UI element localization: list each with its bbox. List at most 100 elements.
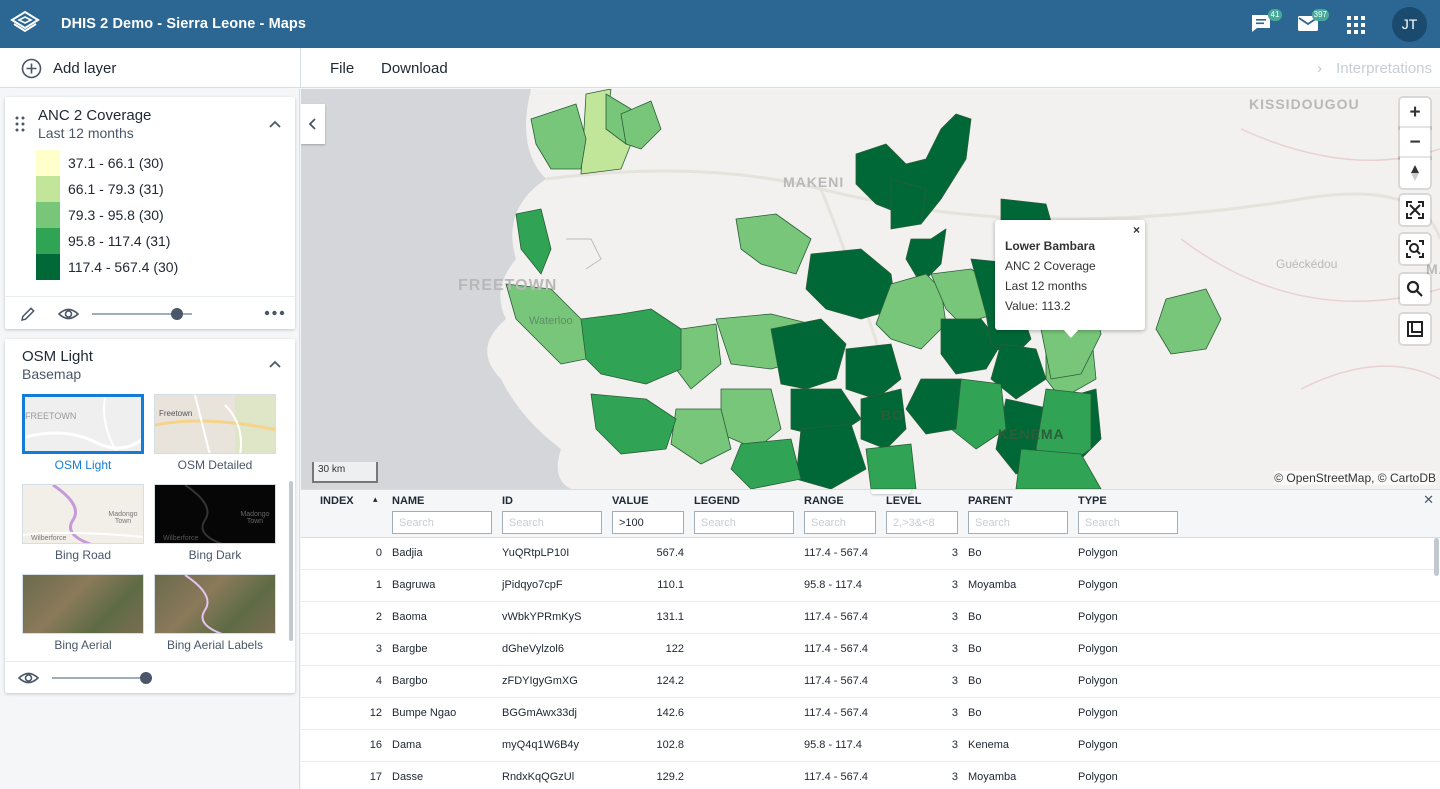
popup-value: Value: 113.2	[1005, 299, 1071, 313]
cell-name: Baoma	[392, 611, 427, 623]
cell-range: 95.8 - 117.4	[804, 579, 862, 591]
interpretations-label: Interpretations	[1336, 60, 1432, 77]
table-row[interactable]: 17 Dasse RndxKqQGzUl 129.2 117.4 - 567.4 3 Moy…	[301, 762, 1440, 789]
chevron-up-icon[interactable]	[268, 117, 282, 131]
cell-range: 117.4 - 567.4	[804, 547, 869, 559]
thumbnail-label: Freetown	[159, 409, 193, 418]
table-resize-handle[interactable]: ⠿	[871, 490, 911, 494]
layer-subtitle: Last 12 months	[38, 125, 134, 141]
filter-name-input[interactable]	[392, 511, 492, 534]
thematic-layer-card: ANC 2 Coverage Last 12 months 37.1 - 66.…	[5, 97, 295, 329]
download-button[interactable]: Download	[381, 60, 448, 77]
cell-type: Polygon	[1078, 643, 1118, 655]
reset-bearing-button[interactable]	[1400, 158, 1430, 188]
column-header-parent[interactable]: PARENT	[968, 495, 1012, 507]
basemap-title: OSM Light	[22, 348, 93, 365]
cell-level: 3	[951, 675, 958, 687]
popup-tip	[1063, 329, 1079, 338]
collapse-panel-button[interactable]	[301, 104, 325, 144]
filter-type-input[interactable]	[1078, 511, 1178, 534]
search-place-button[interactable]	[1400, 274, 1430, 304]
cell-id: zFDYIgyGmXG	[502, 675, 578, 687]
table-row[interactable]: 16 Dama myQ4q1W6B4y 102.8 95.8 - 117.4 3 Kenem…	[301, 730, 1440, 762]
filter-level-input[interactable]	[886, 511, 958, 534]
table-row[interactable]: 12 Bumpe Ngao BGGmAwx33dj 142.6 117.4 - 567.…	[301, 698, 1440, 730]
basemap-option-label: Bing Dark	[188, 548, 242, 562]
cell-range: 117.4 - 567.4	[804, 707, 869, 719]
place-label-gueckedou: Guéckédou	[1276, 257, 1338, 271]
add-layer-button[interactable]: Add layer	[21, 57, 116, 79]
cell-parent: Bo	[968, 547, 982, 559]
close-table-icon[interactable]: ✕	[1423, 492, 1434, 508]
legend-swatch	[36, 176, 60, 202]
basemap-option-bing-aerial-labels[interactable]: Bing Aerial Labels	[154, 574, 276, 652]
legend-label: 66.1 - 79.3 (31)	[68, 181, 164, 197]
map-view[interactable]: MAKENI FREETOWN KISSIDOUGOU Guéckédou BO…	[301, 89, 1440, 489]
email-button[interactable]: 397	[1297, 9, 1329, 34]
basemap-option-label: Bing Aerial Labels	[166, 638, 264, 652]
popup-close-icon[interactable]: ×	[1133, 220, 1140, 240]
cell-id: myQ4q1W6B4y	[502, 739, 580, 751]
chevron-right-icon: ›	[1317, 60, 1323, 77]
cell-name: Dasse	[392, 771, 424, 783]
edit-pencil-icon[interactable]	[19, 305, 37, 323]
column-header-legend[interactable]: LEGEND	[694, 495, 740, 507]
cell-value: 102.8	[656, 739, 684, 751]
measure-button[interactable]	[1400, 314, 1430, 344]
basemap-option-bing-road[interactable]: Madongo Town Wilberforce Bing Road	[22, 484, 144, 562]
visibility-eye-icon[interactable]	[58, 306, 79, 322]
panel-scrollbar[interactable]	[289, 481, 293, 641]
basemap-option-osm-detailed[interactable]: Freetown OSM Detailed	[154, 394, 276, 472]
basemap-opacity-slider-knob[interactable]	[140, 672, 152, 684]
zoom-in-button[interactable]: +	[1400, 98, 1430, 128]
column-header-name[interactable]: NAME	[392, 495, 424, 507]
visibility-eye-icon[interactable]	[18, 670, 39, 686]
drag-handle-icon[interactable]	[15, 116, 25, 132]
table-row[interactable]: 2 Baoma vWbkYPRmKyS 131.1 117.4 - 567.4 3 Bo Po…	[301, 602, 1440, 634]
column-header-value[interactable]: VALUE	[612, 495, 648, 507]
apps-button[interactable]	[1347, 16, 1365, 34]
column-header-type[interactable]: TYPE	[1078, 495, 1107, 507]
cell-index: 4	[375, 675, 382, 687]
cell-name: Bargbe	[392, 643, 428, 655]
interpretations-button[interactable]: › Interpretations	[1317, 60, 1432, 77]
zoom-to-content-button[interactable]	[1400, 234, 1430, 264]
column-header-id[interactable]: ID	[502, 495, 513, 507]
column-header-level[interactable]: LEVEL	[886, 495, 921, 507]
legend-item: 79.3 - 95.8 (30)	[36, 202, 164, 228]
table-row[interactable]: 1 Bagruwa jPidqyo7cpF 110.1 95.8 - 117.4 3 Moy…	[301, 570, 1440, 602]
dhis2-logo-icon[interactable]	[10, 10, 40, 38]
user-avatar[interactable]: JT	[1392, 7, 1427, 42]
opacity-slider-knob[interactable]	[171, 308, 183, 320]
basemap-opacity-slider[interactable]	[52, 677, 152, 679]
scale-bar: 30 km	[312, 462, 378, 483]
compass-icon	[1411, 165, 1419, 181]
filter-parent-input[interactable]	[968, 511, 1068, 534]
file-menu-button[interactable]: File	[330, 60, 354, 77]
basemap-thumbnail	[154, 574, 276, 634]
table-row[interactable]: 3 Bargbe dGheVylzol6 122 117.4 - 567.4 3 Bo Pol…	[301, 634, 1440, 666]
thumbnail-label: Madongo Town	[240, 511, 270, 525]
filter-legend-input[interactable]	[694, 511, 794, 534]
chat-button[interactable]: 41	[1250, 9, 1282, 34]
table-scrollbar[interactable]	[1434, 538, 1439, 576]
app-title: DHIS 2 Demo - Sierra Leone - Maps	[61, 16, 307, 32]
basemap-option-bing-aerial[interactable]: Bing Aerial	[22, 574, 144, 652]
feature-popup: × Lower Bambara ANC 2 Coverage Last 12 m…	[995, 220, 1145, 330]
zoom-out-button[interactable]: −	[1400, 128, 1430, 158]
basemap-option-bing-dark[interactable]: Madongo Town Wilberforce Bing Dark	[154, 484, 276, 562]
filter-id-input[interactable]	[502, 511, 602, 534]
more-options-icon[interactable]	[264, 310, 285, 316]
table-row[interactable]: 0 Badjia YuQRtpLP10I 567.4 117.4 - 567.4 3 Bo P…	[301, 538, 1440, 570]
basemap-option-label: Bing Aerial	[54, 638, 112, 652]
column-header-index[interactable]: INDEX	[320, 495, 354, 507]
table-row[interactable]: 4 Bargbo zFDYIgyGmXG 124.2 117.4 - 567.4 3 Bo P…	[301, 666, 1440, 698]
column-header-range[interactable]: RANGE	[804, 495, 844, 507]
fullscreen-button[interactable]	[1400, 195, 1430, 225]
sort-ascending-icon[interactable]: ▴	[373, 494, 378, 505]
basemap-option-osm-light[interactable]: FREETOWN OSM Light	[22, 394, 144, 472]
filter-range-input[interactable]	[804, 511, 876, 534]
chevron-up-icon[interactable]	[268, 357, 282, 371]
layers-panel: ANC 2 Coverage Last 12 months 37.1 - 66.…	[0, 89, 300, 789]
filter-value-input[interactable]	[612, 511, 684, 534]
